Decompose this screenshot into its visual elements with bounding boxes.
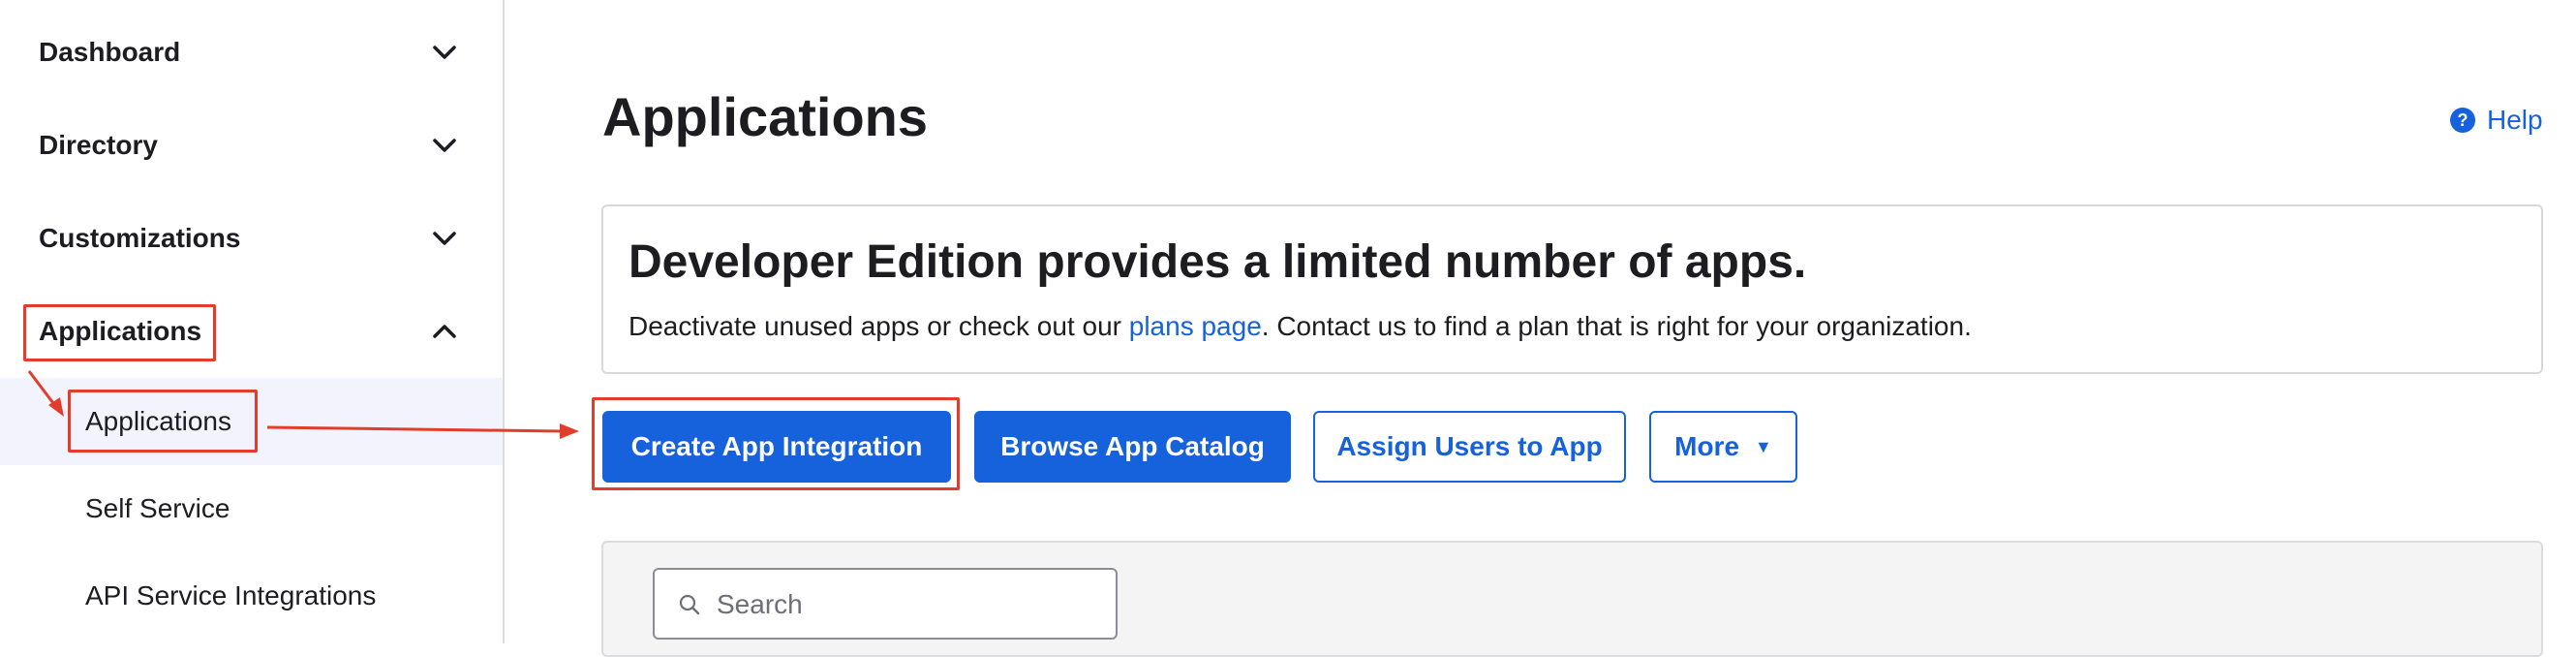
more-dropdown-button[interactable]: More ▼ <box>1649 411 1797 483</box>
annotation-highlight-applications-subitem <box>68 390 258 453</box>
search-input[interactable] <box>715 570 1106 640</box>
notice-text-before: Deactivate unused apps or check out our <box>629 311 1129 341</box>
help-link[interactable]: ? Help <box>2450 105 2543 136</box>
sidebar-subitem-label: API Service Integrations <box>85 580 377 610</box>
help-label: Help <box>2487 105 2543 135</box>
chevron-down-icon <box>433 232 456 245</box>
annotation-highlight-create-button <box>592 397 960 490</box>
sidebar-item-label: Customizations <box>39 223 241 253</box>
sidebar-item-label: Directory <box>39 130 158 160</box>
caret-down-icon: ▼ <box>1755 436 1772 456</box>
sidebar-item-label: Dashboard <box>39 37 181 67</box>
search-panel <box>601 541 2543 657</box>
notice-text: Deactivate unused apps or check out our … <box>629 311 1972 342</box>
sidebar-subitem-api-service-integrations[interactable]: API Service Integrations <box>0 552 503 640</box>
assign-users-to-app-button[interactable]: Assign Users to App <box>1313 411 1626 483</box>
plans-page-link[interactable]: plans page <box>1129 311 1262 341</box>
sidebar-subitem-label: Self Service <box>85 493 230 523</box>
chevron-down-icon <box>433 139 456 152</box>
page-title: Applications <box>602 86 929 147</box>
search-icon <box>679 594 700 615</box>
search-box[interactable] <box>653 568 1118 640</box>
more-label: More <box>1674 431 1740 461</box>
edition-notice: Developer Edition provides a limited num… <box>601 204 2543 374</box>
annotation-highlight-applications-menu <box>23 304 216 361</box>
chevron-up-icon <box>433 325 456 338</box>
sidebar-item-directory[interactable]: Directory <box>0 99 503 192</box>
notice-heading: Developer Edition provides a limited num… <box>629 236 1807 288</box>
notice-text-after: . Contact us to find a plan that is righ… <box>1261 311 1972 341</box>
sidebar-item-dashboard[interactable]: Dashboard <box>0 6 503 99</box>
sidebar-subitem-self-service[interactable]: Self Service <box>0 465 503 552</box>
browse-app-catalog-button[interactable]: Browse App Catalog <box>974 411 1291 483</box>
chevron-down-icon <box>433 46 456 59</box>
sidebar-item-customizations[interactable]: Customizations <box>0 192 503 285</box>
question-circle-icon: ? <box>2450 108 2475 133</box>
